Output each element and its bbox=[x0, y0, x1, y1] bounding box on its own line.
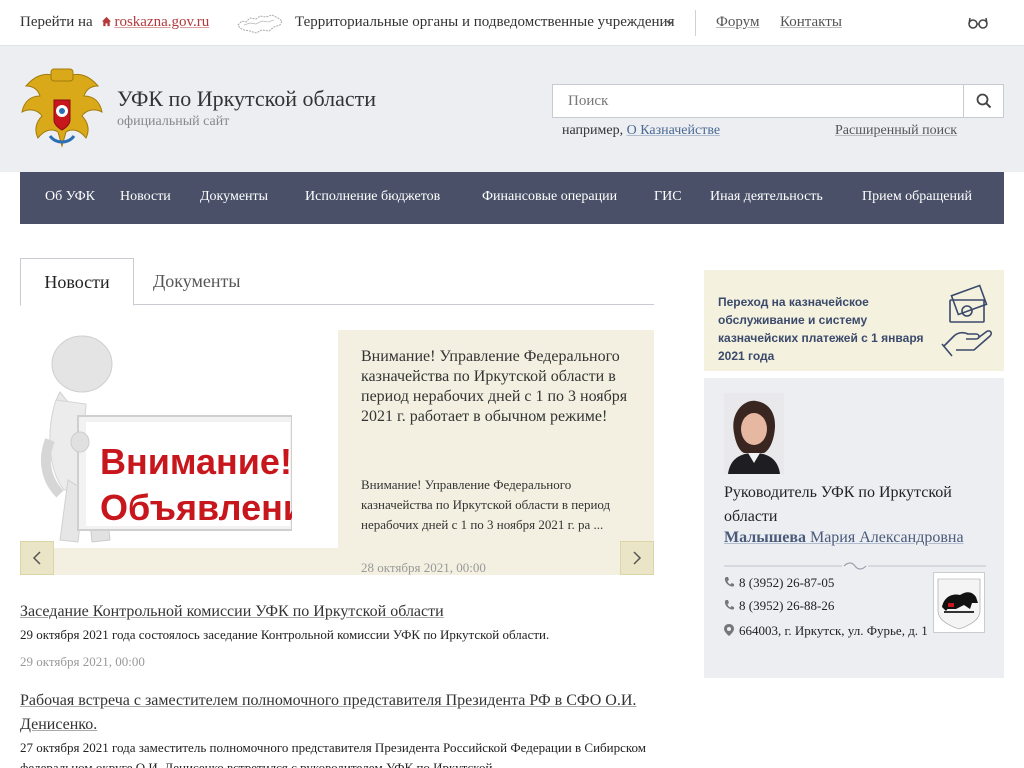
location-pin-icon bbox=[724, 624, 734, 636]
advanced-search-link[interactable]: Расширенный поиск bbox=[835, 123, 957, 139]
head-name-link[interactable]: Малышева Мария Александровна bbox=[724, 529, 964, 547]
territorial-menu[interactable]: Территориальные органы и подведомственны… bbox=[295, 14, 674, 31]
news-title[interactable]: Рабочая встреча с заместителем полномочн… bbox=[20, 689, 660, 737]
news-text: 27 октября 2021 года заместитель полномо… bbox=[20, 740, 646, 768]
forum-link[interactable]: Форум bbox=[716, 14, 759, 31]
search-button[interactable] bbox=[963, 85, 1003, 117]
goto-block: Перейти на roskazna.gov.ru bbox=[20, 14, 209, 31]
address: 664003, г. Иркутск, ул. Фурье, д. 1 bbox=[739, 623, 928, 638]
address-row: 664003, г. Иркутск, ул. Фурье, д. 1 bbox=[724, 622, 934, 640]
roskazna-link[interactable]: roskazna.gov.ru bbox=[114, 14, 209, 30]
top-bar: Перейти на roskazna.gov.ru Территориальн… bbox=[0, 0, 1024, 46]
main-nav: Об УФК Новости Документы Исполнение бюдж… bbox=[20, 172, 1004, 224]
site-subtitle: официальный сайт bbox=[117, 114, 230, 129]
nav-item-gis[interactable]: ГИС bbox=[654, 189, 682, 205]
phone-row: 8 (3952) 26-87-05 bbox=[724, 574, 834, 592]
nav-item-budget[interactable]: Исполнение бюджетов bbox=[305, 189, 440, 205]
news-slider: Внимание! Объявление Внимание! Управлени… bbox=[20, 330, 654, 575]
accessibility-glasses-icon[interactable] bbox=[968, 16, 988, 30]
nav-item-about[interactable]: Об УФК bbox=[45, 189, 95, 205]
slide-title[interactable]: Внимание! Управление Федерального казнач… bbox=[361, 347, 631, 427]
nav-item-other[interactable]: Иная деятельность bbox=[710, 189, 823, 205]
nav-item-appeals[interactable]: Прием обращений bbox=[862, 189, 972, 205]
news-date: 29 октября 2021, 00:00 bbox=[20, 654, 145, 669]
slider-prev-button[interactable] bbox=[20, 541, 54, 575]
news-title[interactable]: Заседание Контрольной комиссии УФК по Ир… bbox=[20, 600, 660, 624]
phone-1[interactable]: 8 (3952) 26-87-05 bbox=[739, 575, 834, 590]
example-prefix: например, bbox=[562, 123, 624, 138]
search-box bbox=[552, 84, 1004, 118]
content-tabs: Новости Документы bbox=[20, 258, 654, 306]
example-link[interactable]: О Казначействе bbox=[627, 123, 720, 138]
site-title[interactable]: УФК по Иркутской области bbox=[117, 86, 376, 112]
chevron-left-icon bbox=[32, 551, 41, 565]
head-given-names: Мария Александровна bbox=[809, 529, 964, 546]
search-example: например, О Казначействе bbox=[562, 123, 720, 139]
slide-image-line2: Объявление bbox=[100, 487, 325, 528]
phone-icon bbox=[724, 577, 734, 587]
tab-news[interactable]: Новости bbox=[20, 258, 134, 306]
news-item: Рабочая встреча с заместителем полномочн… bbox=[20, 689, 660, 768]
slide-image-line1: Внимание! bbox=[100, 441, 292, 482]
ornament-divider bbox=[724, 562, 986, 570]
news-text: 29 октября 2021 года состоялось заседани… bbox=[20, 627, 550, 642]
treasury-emblem-logo[interactable] bbox=[20, 66, 104, 154]
contacts-link[interactable]: Контакты bbox=[780, 14, 842, 31]
search-input[interactable] bbox=[553, 85, 965, 117]
tab-documents[interactable]: Документы bbox=[153, 258, 241, 305]
attention-figure-image: Внимание! Объявление bbox=[20, 330, 338, 548]
phone-icon bbox=[724, 600, 734, 610]
money-hand-icon bbox=[941, 284, 992, 357]
banner-text: Переход на казначейское обслуживание и с… bbox=[718, 295, 924, 363]
slide-image[interactable]: Внимание! Объявление bbox=[20, 330, 338, 548]
phone-2[interactable]: 8 (3952) 26-88-26 bbox=[739, 598, 834, 613]
nav-item-finance[interactable]: Финансовые операции bbox=[482, 189, 617, 205]
slider-next-button[interactable] bbox=[620, 541, 654, 575]
nav-item-news[interactable]: Новости bbox=[120, 189, 171, 205]
chevron-down-icon[interactable] bbox=[665, 18, 675, 28]
search-icon bbox=[976, 93, 991, 109]
slide-date: 28 октября 2021, 00:00 bbox=[361, 560, 486, 575]
head-role: Руководитель УФК по Иркутской области bbox=[724, 484, 952, 525]
irkutsk-coat-of-arms-icon bbox=[933, 572, 985, 633]
russia-map-icon bbox=[237, 14, 283, 34]
portrait-image bbox=[724, 393, 784, 474]
chevron-right-icon bbox=[633, 551, 642, 565]
site-header: УФК по Иркутской области официальный сай… bbox=[0, 46, 1024, 172]
head-photo[interactable] bbox=[724, 393, 784, 474]
divider bbox=[695, 10, 696, 36]
nav-item-documents[interactable]: Документы bbox=[200, 189, 268, 205]
slide-text: Внимание! Управление Федерального казнач… bbox=[361, 477, 611, 532]
news-item: Заседание Контрольной комиссии УФК по Ир… bbox=[20, 600, 660, 670]
home-icon bbox=[102, 16, 112, 27]
phone-row: 8 (3952) 26-88-26 bbox=[724, 597, 834, 615]
head-surname: Малышева bbox=[724, 529, 806, 546]
head-contact-card: Руководитель УФК по Иркутской области Ма… bbox=[704, 378, 1004, 678]
goto-label: Перейти на bbox=[20, 14, 93, 30]
treasury-transition-banner[interactable]: Переход на казначейское обслуживание и с… bbox=[704, 270, 1004, 371]
